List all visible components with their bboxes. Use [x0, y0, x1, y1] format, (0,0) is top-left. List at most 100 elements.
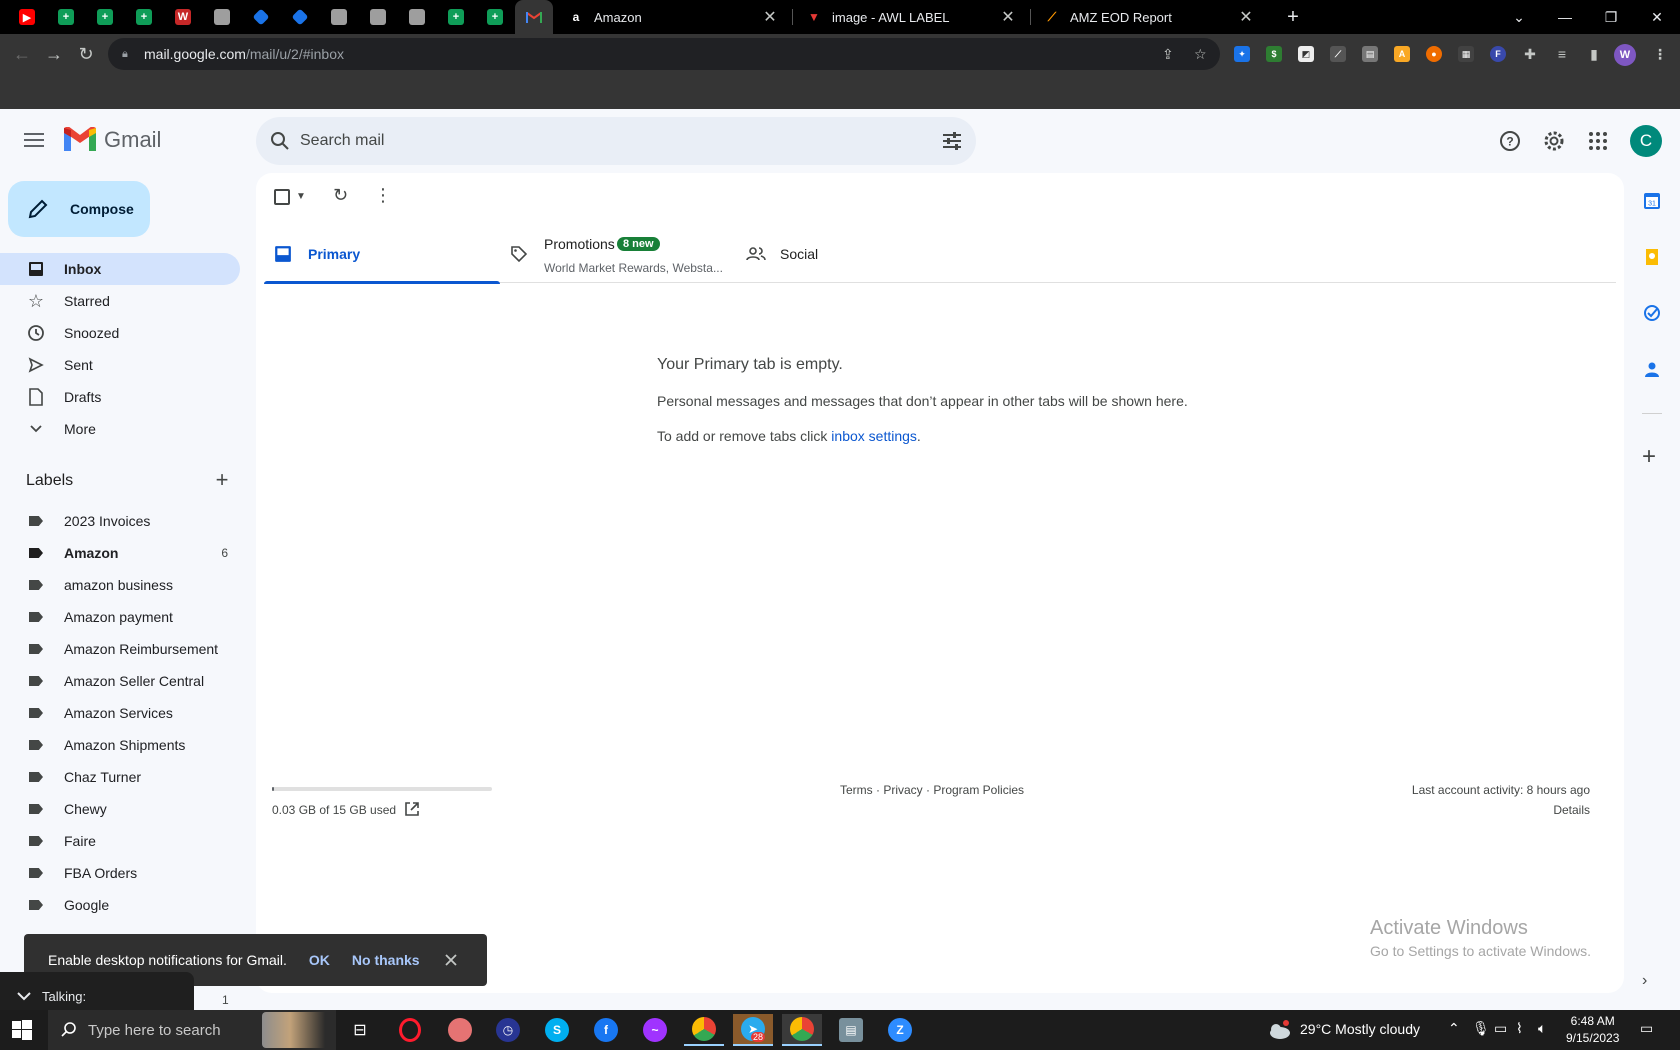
reload-icon[interactable]: ↻	[72, 40, 100, 68]
share-icon[interactable]: ⇪	[1162, 46, 1174, 63]
extensions-puzzle-icon[interactable]: ✚	[1522, 46, 1538, 62]
search-input[interactable]	[300, 129, 880, 153]
back-icon[interactable]: ←	[8, 40, 36, 68]
extension-icon[interactable]: ◩	[1298, 46, 1314, 62]
extension-icon[interactable]: F	[1490, 46, 1506, 62]
pinned-tab-sheets-5[interactable]: +	[476, 0, 514, 34]
contacts-icon[interactable]	[1642, 359, 1662, 379]
pinned-tab-sheets-2[interactable]: +	[86, 0, 124, 34]
messenger-icon[interactable]: ~	[635, 1014, 675, 1046]
tab-primary[interactable]: Primary	[264, 227, 500, 284]
address-bar[interactable]: 🔒︎ mail.google.com/mail/u/2/#inbox ⇪ ☆	[108, 38, 1220, 70]
tab-search-icon[interactable]: ⌄	[1496, 0, 1542, 34]
label-item[interactable]: Amazon Reimbursement	[0, 633, 240, 665]
weather-text[interactable]: 29°C Mostly cloudy	[1300, 1021, 1420, 1037]
label-item[interactable]: FBA Orders	[0, 857, 240, 889]
profile-avatar[interactable]: W	[1614, 44, 1636, 66]
side-panel-icon[interactable]: ▮	[1586, 46, 1602, 62]
notifications-icon[interactable]: ▭	[1640, 1020, 1653, 1037]
task-view-icon[interactable]: ⊟	[340, 1014, 380, 1046]
volume-icon[interactable]: 🔈︎	[1538, 1020, 1546, 1037]
opera-icon[interactable]	[390, 1014, 430, 1046]
sidebar-item-snoozed[interactable]: Snoozed	[0, 317, 240, 349]
select-all-checkbox[interactable]	[274, 189, 290, 205]
minimize-icon[interactable]: —	[1542, 0, 1588, 34]
keep-icon[interactable]	[1642, 247, 1662, 267]
calendar-icon[interactable]: 31	[1642, 191, 1662, 211]
tab-amz-eod-report[interactable]: ⟋ AMZ EOD Report ✕	[1032, 0, 1266, 34]
help-icon[interactable]: ?	[1498, 129, 1522, 153]
pinned-tab-sheets-4[interactable]: +	[437, 0, 475, 34]
pinned-tab-web-1[interactable]	[203, 0, 241, 34]
footer-links[interactable]: Terms · Privacy · Program Policies	[840, 783, 1024, 797]
pinned-tab-web-2[interactable]	[320, 0, 358, 34]
sidebar-item-inbox[interactable]: Inbox	[0, 253, 240, 285]
pinned-tab-web-3[interactable]	[359, 0, 397, 34]
more-options-icon[interactable]: ⋮	[374, 185, 392, 206]
sidebar-item-more[interactable]: More	[0, 413, 240, 445]
details-link[interactable]: Details	[1553, 803, 1590, 817]
toast-no-thanks-button[interactable]: No thanks	[352, 952, 420, 968]
google-apps-icon[interactable]	[1586, 129, 1610, 153]
sidebar-item-drafts[interactable]: Drafts	[0, 381, 240, 413]
toast-ok-button[interactable]: OK	[309, 952, 330, 968]
pinned-tab-diamond-1[interactable]	[242, 0, 280, 34]
account-avatar[interactable]: C	[1630, 125, 1662, 157]
main-menu-icon[interactable]	[22, 129, 46, 153]
zoom-icon[interactable]: Z	[880, 1014, 920, 1046]
pinned-tab-w[interactable]: W	[164, 0, 202, 34]
pinned-tab-sheets-3[interactable]: +	[125, 0, 163, 34]
browser-menu-icon[interactable]: ⋮	[1652, 46, 1668, 62]
inbox-settings-link[interactable]: inbox settings	[831, 428, 917, 444]
pinned-tab-diamond-2[interactable]	[281, 0, 319, 34]
refresh-icon[interactable]: ↻	[333, 185, 348, 206]
extension-icon[interactable]: A	[1394, 46, 1410, 62]
pinned-tab-youtube[interactable]: ▶	[8, 0, 46, 34]
close-icon[interactable]	[444, 953, 458, 967]
skype-icon[interactable]: S	[537, 1014, 577, 1046]
select-dropdown-icon[interactable]: ▼	[296, 191, 306, 202]
close-window-icon[interactable]: ✕	[1634, 0, 1680, 34]
label-item[interactable]: Amazon Shipments	[0, 729, 240, 761]
label-item[interactable]: Google	[0, 889, 240, 921]
new-tab-button[interactable]: +	[1270, 0, 1316, 34]
close-tab-icon[interactable]: ✕	[1236, 7, 1256, 27]
label-item[interactable]: Amazon payment	[0, 601, 240, 633]
wifi-icon[interactable]: ⌇	[1516, 1020, 1523, 1037]
app-icon[interactable]	[440, 1014, 480, 1046]
add-label-icon[interactable]: +	[212, 469, 232, 491]
tab-promotions[interactable]: Promotions 8 new World Market Rewards, W…	[500, 227, 736, 283]
tab-awl-label[interactable]: ▼ image - AWL LABEL ✕	[794, 0, 1028, 34]
add-addon-icon[interactable]: +	[1642, 445, 1662, 469]
tab-social[interactable]: Social	[736, 227, 972, 283]
extension-icon[interactable]: ✦	[1234, 46, 1250, 62]
label-item[interactable]: Faire	[0, 825, 240, 857]
chrome-icon[interactable]	[684, 1014, 724, 1046]
search-icon[interactable]	[268, 129, 292, 153]
sidebar-item-sent[interactable]: Sent	[0, 349, 240, 381]
extension-icon[interactable]: ⟋	[1330, 46, 1346, 62]
extension-icon[interactable]: ▤	[1362, 46, 1378, 62]
settings-gear-icon[interactable]	[1542, 129, 1566, 153]
label-item[interactable]: 2023 Invoices	[0, 505, 240, 537]
facebook-icon[interactable]: f	[586, 1014, 626, 1046]
tab-amazon[interactable]: a Amazon ✕	[556, 0, 790, 34]
label-item[interactable]: Amazon 6	[0, 537, 240, 569]
taskbar-search[interactable]: Type here to search	[48, 1010, 336, 1050]
microphone-icon[interactable]: 🎙︎	[1472, 1020, 1490, 1037]
open-in-new-icon[interactable]	[404, 801, 420, 817]
network-icon[interactable]: ▭	[1494, 1020, 1507, 1037]
bookmark-star-icon[interactable]: ☆	[1194, 46, 1207, 63]
chrome-icon[interactable]	[782, 1014, 822, 1046]
close-tab-icon[interactable]: ✕	[998, 7, 1018, 27]
label-item[interactable]: Amazon Seller Central	[0, 665, 240, 697]
restore-icon[interactable]: ❐	[1588, 0, 1634, 34]
pinned-tab-web-4[interactable]	[398, 0, 436, 34]
chevron-right-icon[interactable]: ›	[1642, 972, 1662, 992]
telegram-icon[interactable]: ➤ 28	[733, 1014, 773, 1046]
tasks-icon[interactable]	[1642, 303, 1662, 323]
extension-icon[interactable]: ●	[1426, 46, 1442, 62]
clock-app-icon[interactable]: ◷	[488, 1014, 528, 1046]
label-item[interactable]: Chewy	[0, 793, 240, 825]
close-tab-icon[interactable]: ✕	[760, 7, 780, 27]
